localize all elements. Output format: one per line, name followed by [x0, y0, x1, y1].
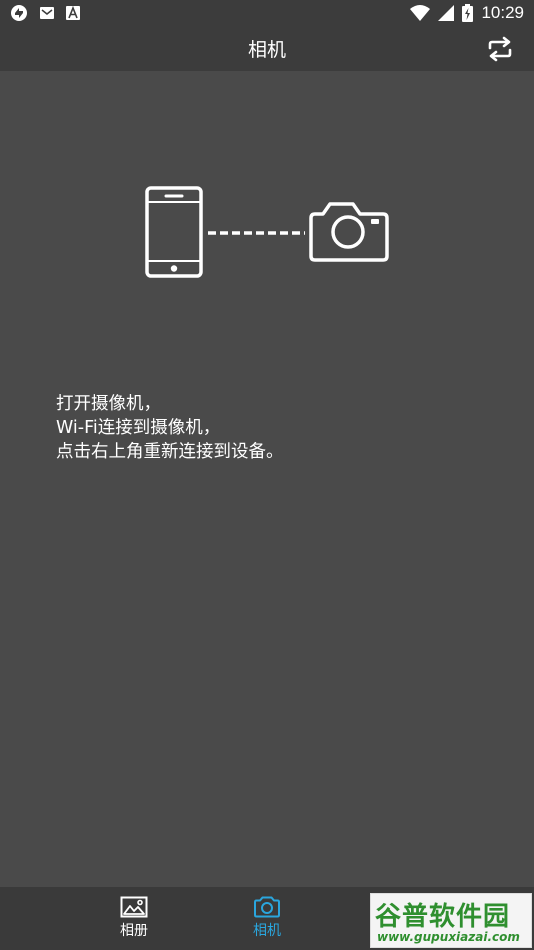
app-bar: 相机: [0, 27, 534, 71]
sync-icon: [11, 5, 27, 21]
status-bar: 10:29: [0, 0, 534, 27]
instruction-line-2: Wi-Fi连接到摄像机，: [56, 418, 221, 438]
album-icon: [120, 896, 148, 918]
nav-label-camera: 相机: [253, 923, 281, 939]
cellular-signal-icon: [438, 5, 455, 21]
site-watermark: 谷普软件园 www.gupuxiazai.com: [370, 893, 532, 948]
connection-instructions: 打开摄像机， Wi-Fi连接到摄像机， 点击右上角重新连接到设备。: [56, 392, 284, 464]
page-title: 相机: [247, 39, 286, 61]
instruction-line-1: 打开摄像机，: [56, 394, 161, 414]
watermark-url: www.gupuxiazai.com: [377, 930, 520, 944]
wifi-icon: [410, 5, 431, 21]
watermark-title: 谷普软件园: [375, 902, 511, 932]
status-time: 10:29: [481, 3, 524, 22]
status-left-icons: [10, 4, 80, 22]
nav-item-album[interactable]: 相册: [94, 896, 174, 940]
switch-camera-icon: [488, 36, 512, 62]
connection-illustration: [145, 186, 389, 278]
camera-icon: [254, 896, 280, 918]
battery-charging-icon: [462, 4, 474, 22]
mail-icon: [40, 7, 54, 19]
camera-icon: [309, 202, 389, 262]
switch-camera-button[interactable]: [486, 36, 514, 62]
text-a-icon: [66, 6, 80, 20]
nav-label-album: 相册: [120, 923, 148, 939]
status-right-icons: 10:29: [410, 3, 524, 23]
instruction-line-3: 点击右上角重新连接到设备。: [56, 442, 284, 462]
nav-item-camera[interactable]: 相机: [227, 896, 307, 940]
main-content: 打开摄像机， Wi-Fi连接到摄像机， 点击右上角重新连接到设备。: [0, 71, 534, 887]
phone-icon: [145, 186, 203, 278]
